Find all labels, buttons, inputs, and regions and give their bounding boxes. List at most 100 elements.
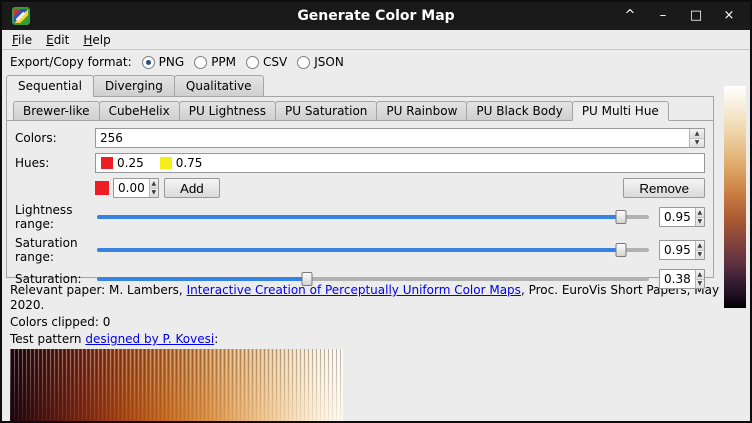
tab-sequential[interactable]: Sequential bbox=[6, 75, 94, 97]
hue-editor-row: 0.00 ▲ ▼ Add Remove bbox=[15, 178, 705, 198]
radio-ppm-label: PPM bbox=[211, 55, 236, 69]
spin-up-icon[interactable]: ▲ bbox=[690, 129, 704, 139]
lightness-range-spinbox[interactable]: 0.95 ▲ ▼ bbox=[659, 207, 705, 227]
slider-groove[interactable] bbox=[97, 215, 649, 219]
menu-help[interactable]: Help bbox=[76, 31, 117, 49]
saturation-range-spinbox[interactable]: 0.95 ▲ ▼ bbox=[659, 240, 705, 260]
slider-fill bbox=[97, 277, 307, 281]
test-pattern-image bbox=[10, 349, 343, 423]
radio-json-indicator bbox=[297, 56, 310, 69]
method-tabbar: Brewer-like CubeHelix PU Lightness PU Sa… bbox=[7, 97, 713, 121]
hue-list-item[interactable]: 0.25 bbox=[101, 156, 144, 170]
tab-qualitative[interactable]: Qualitative bbox=[174, 75, 264, 97]
tab-pu-lightness[interactable]: PU Lightness bbox=[179, 101, 276, 121]
slider-fill bbox=[97, 248, 621, 252]
saturation-range-row: Saturation range: 0.95 ▲ ▼ bbox=[15, 236, 705, 264]
export-format-label: Export/Copy format: bbox=[10, 55, 132, 69]
hue-color-swatch bbox=[160, 157, 172, 169]
spin-down-icon[interactable]: ▼ bbox=[696, 218, 704, 227]
tab-pu-multi-hue[interactable]: PU Multi Hue bbox=[572, 101, 669, 121]
sequential-panel: Brewer-like CubeHelix PU Lightness PU Sa… bbox=[6, 96, 714, 278]
radio-csv[interactable]: CSV bbox=[246, 55, 287, 69]
test-pattern-suffix: : bbox=[214, 332, 218, 346]
saturation-range-value: 0.95 bbox=[660, 241, 695, 259]
hue-value-spinbox[interactable]: 0.00 ▲ ▼ bbox=[113, 178, 159, 198]
spin-buttons: ▲ ▼ bbox=[695, 270, 704, 288]
shade-icon[interactable]: ^ bbox=[623, 9, 637, 23]
saturation-slider[interactable] bbox=[97, 270, 649, 288]
spin-up-icon[interactable]: ▲ bbox=[696, 241, 704, 251]
spin-buttons: ▲ ▼ bbox=[695, 208, 704, 226]
tab-brewer-like[interactable]: Brewer-like bbox=[13, 101, 100, 121]
colors-clipped-line: Colors clipped: 0 bbox=[10, 315, 742, 330]
hue-color-swatch bbox=[101, 157, 113, 169]
tab-pu-black-body[interactable]: PU Black Body bbox=[466, 101, 572, 121]
category-tabbar: Sequential Diverging Qualitative bbox=[2, 75, 750, 97]
hue-spin-buttons: ▲ ▼ bbox=[149, 179, 158, 197]
minimize-icon[interactable]: – bbox=[656, 9, 670, 23]
colors-value: 256 bbox=[96, 129, 689, 147]
export-format-row: Export/Copy format: PNG PPM CSV JSON bbox=[2, 52, 750, 72]
spin-down-icon[interactable]: ▼ bbox=[690, 139, 704, 148]
tab-cubehelix[interactable]: CubeHelix bbox=[99, 101, 180, 121]
radio-csv-label: CSV bbox=[263, 55, 287, 69]
hue-color-picker-button[interactable] bbox=[95, 181, 109, 195]
spin-down-icon[interactable]: ▼ bbox=[150, 189, 158, 198]
tab-pu-rainbow[interactable]: PU Rainbow bbox=[376, 101, 467, 121]
pu-multi-hue-form: Colors: 256 ▲ ▼ Hues: 0.25 bbox=[7, 121, 713, 289]
footer: Relevant paper: M. Lambers, Interactive … bbox=[2, 278, 750, 423]
slider-fill bbox=[97, 215, 621, 219]
close-icon[interactable]: × bbox=[722, 9, 736, 23]
saturation-spinbox[interactable]: 0.38 ▲ ▼ bbox=[659, 269, 705, 289]
window-controls: ^ – □ × bbox=[623, 9, 740, 23]
radio-csv-indicator bbox=[246, 56, 259, 69]
radio-ppm[interactable]: PPM bbox=[194, 55, 236, 69]
spin-up-icon[interactable]: ▲ bbox=[696, 208, 704, 218]
remove-hue-button[interactable]: Remove bbox=[623, 178, 705, 198]
hues-row: Hues: 0.25 0.75 bbox=[15, 153, 705, 173]
slider-handle[interactable] bbox=[616, 243, 627, 257]
spin-down-icon[interactable]: ▼ bbox=[696, 251, 704, 260]
menubar: File Edit Help bbox=[2, 30, 750, 50]
saturation-range-label: Saturation range: bbox=[15, 236, 95, 264]
radio-png[interactable]: PNG bbox=[142, 55, 185, 69]
hue-value: 0.25 bbox=[117, 156, 144, 170]
slider-handle[interactable] bbox=[616, 210, 627, 224]
menu-file[interactable]: File bbox=[5, 31, 39, 49]
lightness-range-label: Lightness range: bbox=[15, 203, 95, 231]
slider-handle[interactable] bbox=[301, 272, 312, 286]
titlebar[interactable]: Generate Color Map ^ – □ × bbox=[2, 2, 750, 30]
slider-groove[interactable] bbox=[97, 248, 649, 252]
test-pattern-text: Test pattern bbox=[10, 332, 85, 346]
hues-list[interactable]: 0.25 0.75 bbox=[95, 153, 705, 173]
app-window: Generate Color Map ^ – □ × File Edit Hel… bbox=[0, 0, 752, 423]
add-hue-button[interactable]: Add bbox=[164, 178, 220, 198]
hue-list-item[interactable]: 0.75 bbox=[160, 156, 203, 170]
lightness-range-row: Lightness range: 0.95 ▲ ▼ bbox=[15, 203, 705, 231]
maximize-icon[interactable]: □ bbox=[689, 9, 703, 23]
hue-editor-value: 0.00 bbox=[114, 179, 149, 197]
radio-json-label: JSON bbox=[314, 55, 344, 69]
spin-buttons: ▲ ▼ bbox=[695, 241, 704, 259]
spin-up-icon[interactable]: ▲ bbox=[696, 270, 704, 280]
radio-ppm-indicator bbox=[194, 56, 207, 69]
test-pattern-link[interactable]: designed by P. Kovesi bbox=[85, 332, 214, 346]
radio-png-indicator bbox=[142, 56, 155, 69]
spin-up-icon[interactable]: ▲ bbox=[150, 179, 158, 189]
tab-diverging[interactable]: Diverging bbox=[93, 75, 175, 97]
lightness-range-slider[interactable] bbox=[97, 208, 649, 226]
slider-groove[interactable] bbox=[97, 277, 649, 281]
colors-spin-buttons: ▲ ▼ bbox=[689, 129, 704, 147]
test-pattern-line: Test pattern designed by P. Kovesi: bbox=[10, 332, 742, 347]
hues-label: Hues: bbox=[15, 156, 95, 170]
saturation-label: Saturation: bbox=[15, 272, 95, 286]
colors-label: Colors: bbox=[15, 131, 95, 145]
saturation-range-slider[interactable] bbox=[97, 241, 649, 259]
tab-pu-saturation[interactable]: PU Saturation bbox=[275, 101, 377, 121]
colors-spinbox[interactable]: 256 ▲ ▼ bbox=[95, 128, 705, 148]
menu-edit[interactable]: Edit bbox=[39, 31, 76, 49]
spin-down-icon[interactable]: ▼ bbox=[696, 280, 704, 289]
hue-value: 0.75 bbox=[176, 156, 203, 170]
radio-png-label: PNG bbox=[159, 55, 185, 69]
radio-json[interactable]: JSON bbox=[297, 55, 344, 69]
